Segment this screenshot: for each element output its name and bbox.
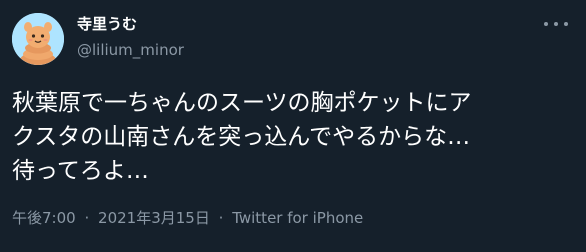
tweet-time[interactable]: 午後7:00	[12, 209, 76, 227]
separator: ·	[218, 209, 224, 227]
tweet-meta: 午後7:00 · 2021年3月15日 · Twitter for iPhone	[12, 208, 363, 228]
display-name[interactable]: 寺里うむ	[77, 14, 184, 34]
more-options-icon[interactable]	[544, 16, 568, 32]
tweet-card: 寺里うむ @lilium_minor 秋葉原で一ちゃんのスーツの胸ポケットにア …	[0, 0, 586, 252]
user-info: 寺里うむ @lilium_minor	[77, 14, 184, 60]
tweet-date[interactable]: 2021年3月15日	[98, 209, 210, 227]
dot-2	[554, 22, 558, 26]
tweet-source[interactable]: Twitter for iPhone	[232, 209, 363, 227]
tweet-text-line: 待ってろよ…	[12, 158, 149, 184]
dot-3	[564, 22, 568, 26]
user-handle[interactable]: @lilium_minor	[77, 40, 184, 60]
separator: ·	[84, 209, 90, 227]
dot-1	[544, 22, 548, 26]
tweet-text-line: 秋葉原で一ちゃんのスーツの胸ポケットにア	[12, 90, 472, 116]
tweet-text-line: クスタの山南さんを突っ込んでやるからな…	[12, 124, 471, 150]
tweet-text: 秋葉原で一ちゃんのスーツの胸ポケットにア クスタの山南さんを突っ込んでやるからな…	[12, 86, 572, 188]
avatar[interactable]	[12, 13, 64, 65]
cartoon-character-avatar-icon	[12, 13, 64, 65]
